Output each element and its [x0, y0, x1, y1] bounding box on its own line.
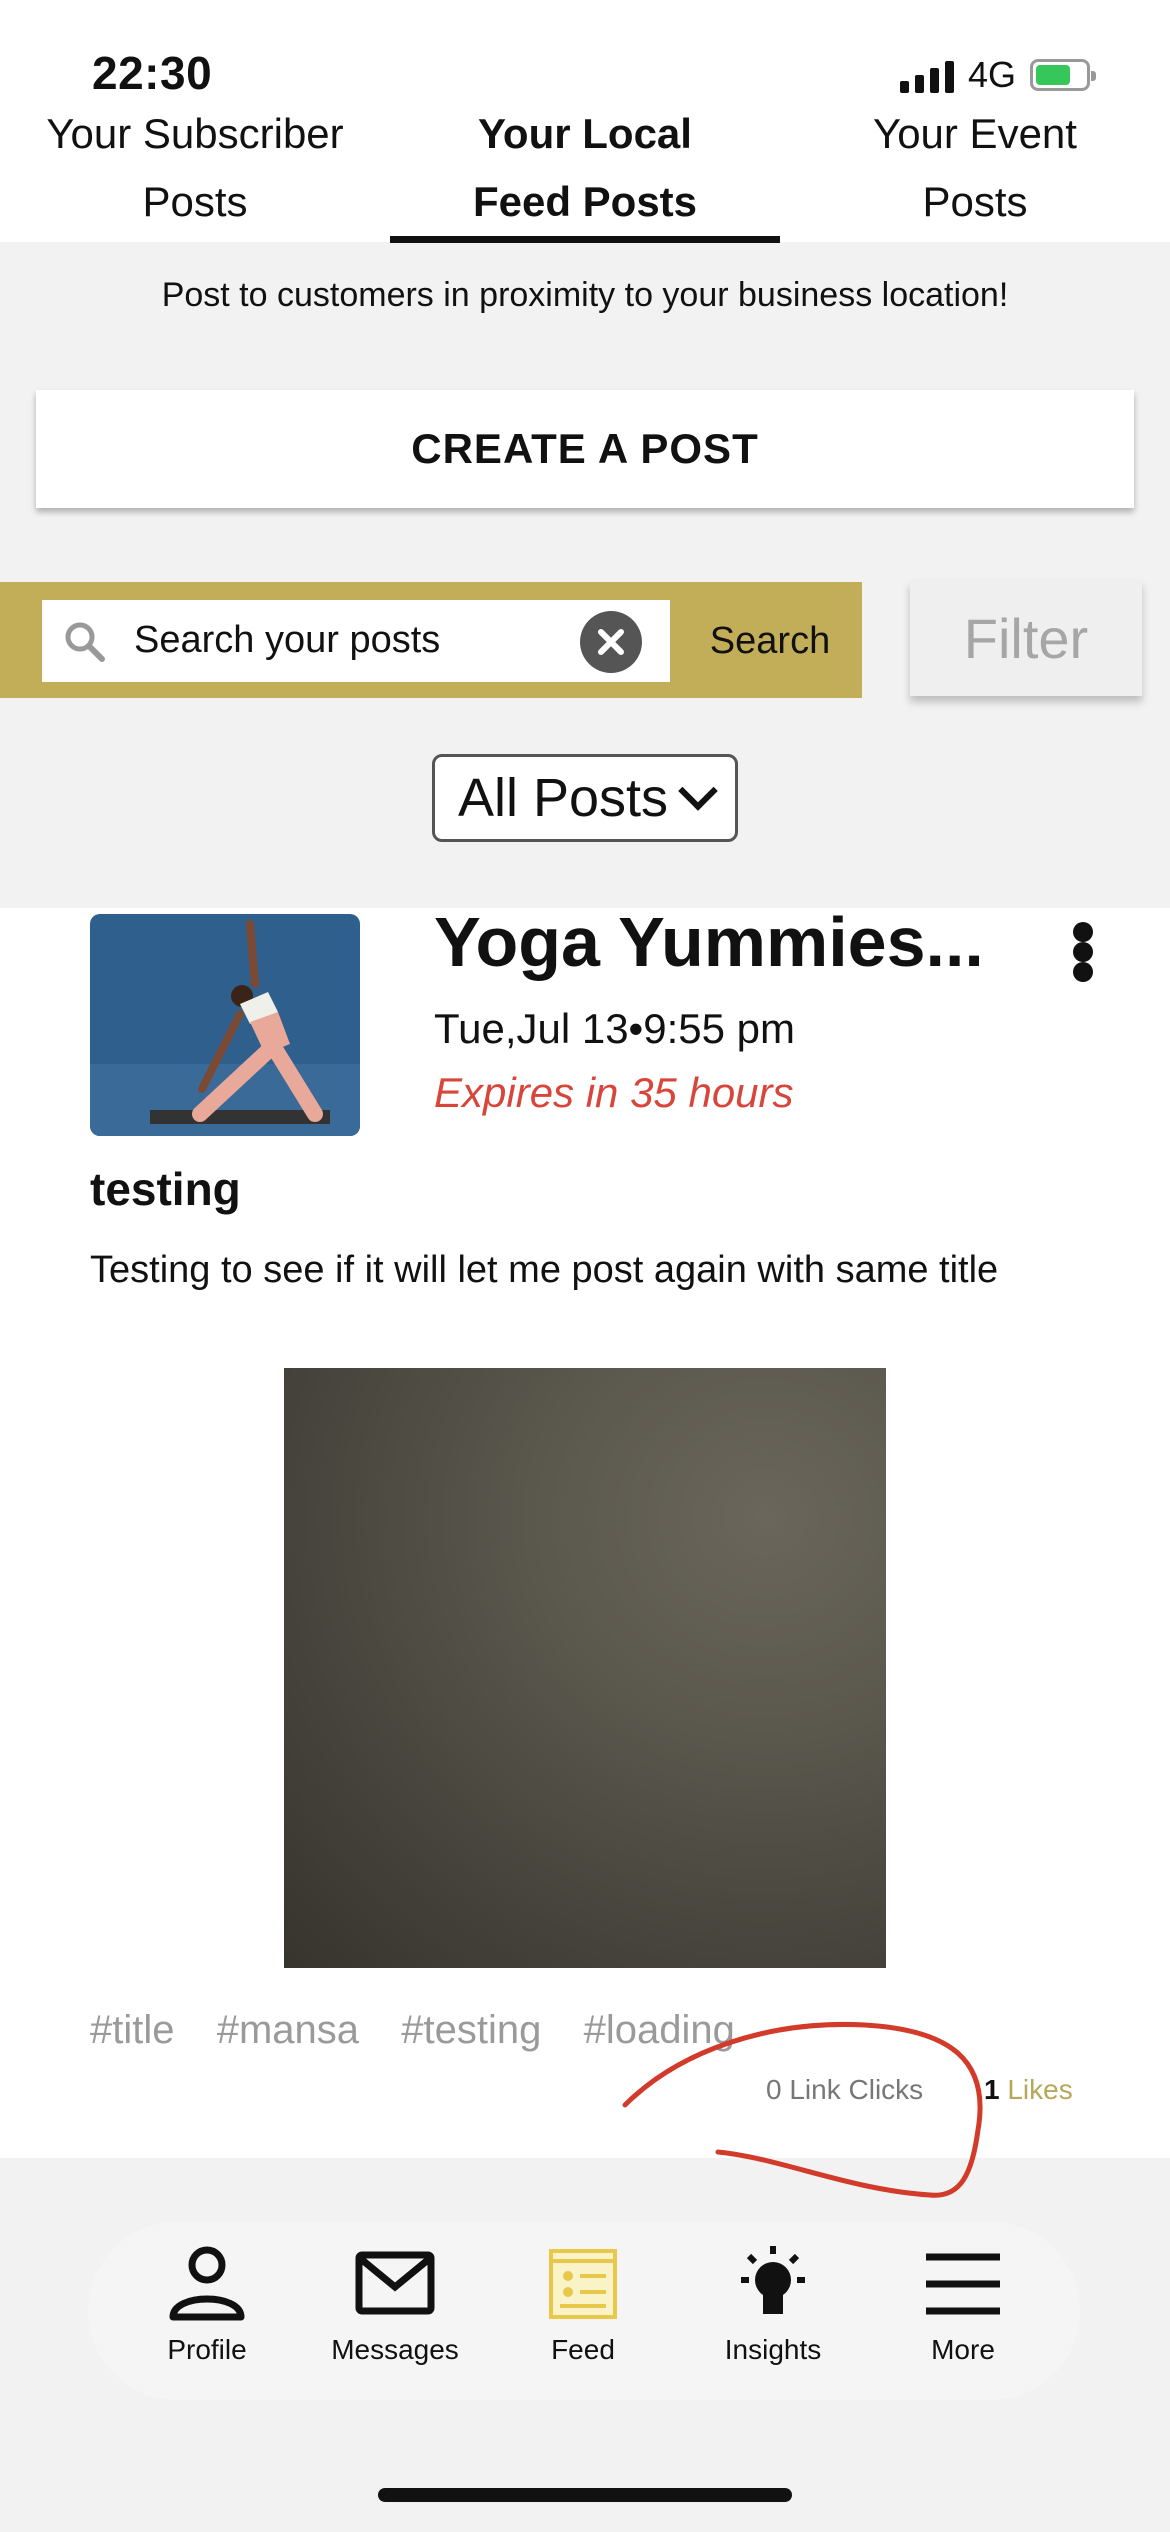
tab-subscriber-posts[interactable]: Your Subscriber Posts: [0, 100, 390, 236]
tab-event-posts[interactable]: Your Event Posts: [780, 100, 1170, 236]
network-label: 4G: [968, 54, 1017, 95]
nav-more[interactable]: More: [888, 2244, 1038, 2370]
home-indicator[interactable]: [378, 2488, 792, 2502]
post-date: Tue,Jul 13•9:55 pm: [434, 1005, 796, 1052]
chevron-down-icon: [678, 771, 718, 811]
nav-label: Profile: [167, 2334, 247, 2365]
search-icon: [65, 622, 105, 662]
tab-label-line1: Your Event: [873, 110, 1077, 157]
active-tab-indicator: [390, 236, 780, 243]
post-filter-select[interactable]: All Posts: [432, 754, 738, 842]
tab-label-line2: Posts: [922, 178, 1028, 225]
person-icon: [164, 2244, 250, 2324]
nav-messages[interactable]: Messages: [320, 2244, 470, 2370]
signal-icon: [900, 57, 954, 93]
status-time: 22:30: [92, 47, 213, 99]
lightbulb-icon: [730, 2244, 816, 2324]
clear-search-icon[interactable]: [580, 611, 642, 673]
nav-label: Feed: [551, 2334, 615, 2365]
filter-button[interactable]: Filter: [910, 580, 1142, 696]
nav-feed[interactable]: Feed: [508, 2244, 658, 2370]
post-expiry: Expires in 35 hours: [434, 1069, 794, 1116]
hamburger-menu-icon: [920, 2244, 1006, 2324]
envelope-icon: [352, 2244, 438, 2324]
tab-local-feed-posts[interactable]: Your Local Feed Posts: [390, 100, 780, 236]
feed-icon: [540, 2244, 626, 2324]
nav-insights[interactable]: Insights: [698, 2244, 848, 2370]
nav-label: Insights: [724, 2334, 822, 2365]
status-indicators: 4G: [900, 52, 1097, 98]
tab-label-line1: Your Local: [478, 110, 692, 157]
tab-label-line1: Your Subscriber: [46, 110, 344, 157]
business-avatar-image: [90, 914, 360, 1136]
nav-label: Messages: [331, 2334, 459, 2365]
post-filter-selected: All Posts: [457, 768, 669, 828]
red-annotation-circle: [622, 2021, 983, 2198]
battery-icon: [1030, 59, 1097, 91]
nav-profile[interactable]: Profile: [132, 2244, 282, 2370]
business-name[interactable]: Yoga Yummies...: [434, 900, 984, 984]
search-button[interactable]: Search: [690, 610, 850, 672]
tab-label-line2: Posts: [142, 178, 248, 225]
nav-label: More: [931, 2334, 995, 2365]
search-input-text: Search your posts: [134, 619, 441, 661]
intro-text: Post to customers in proximity to your b…: [161, 276, 1009, 314]
post-title: testing: [90, 1163, 241, 1215]
tab-label-line2: Feed Posts: [472, 178, 698, 225]
post-body: Testing to see if it will let me post ag…: [90, 1249, 999, 1291]
post-image[interactable]: [284, 1368, 886, 1968]
more-options-icon[interactable]: [1072, 922, 1094, 982]
create-post-button[interactable]: CREATE A POST: [36, 390, 1134, 508]
